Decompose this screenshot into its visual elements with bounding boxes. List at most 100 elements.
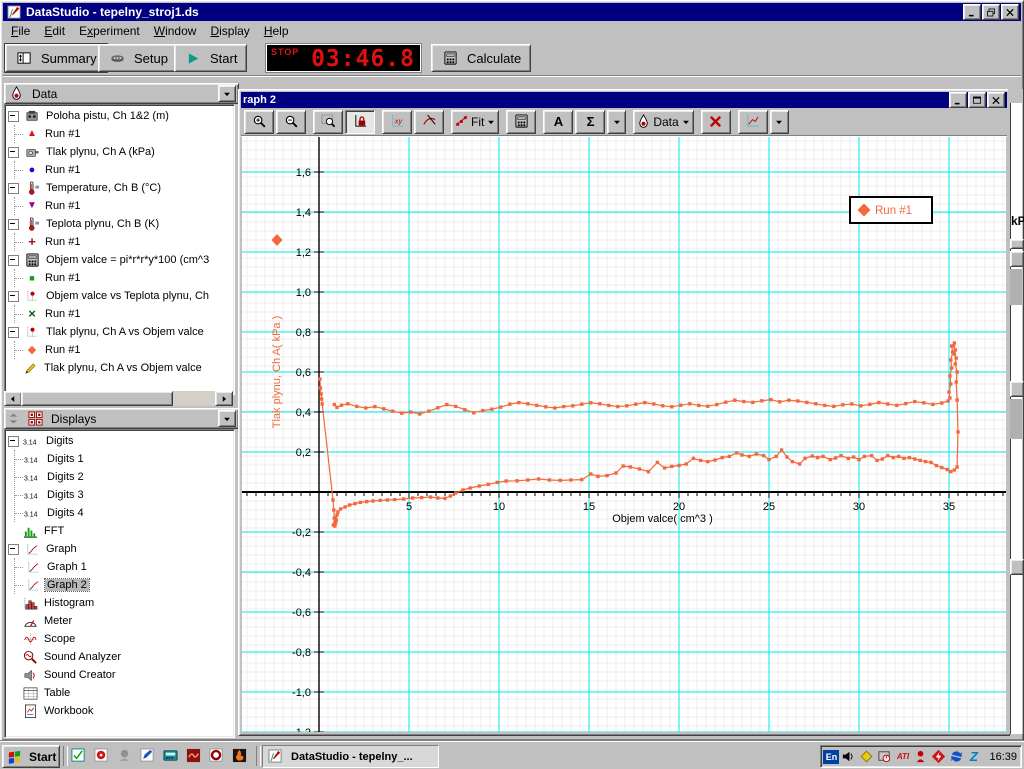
display-item-table[interactable]: Table [5, 684, 234, 702]
close-button[interactable] [1001, 4, 1019, 20]
tree-expander[interactable] [8, 111, 19, 122]
display-item-histogram[interactable]: Histogram [5, 594, 234, 612]
display-item-digits-2[interactable]: 3.14Digits 2 [15, 468, 234, 486]
display-item-graph-2[interactable]: Graph 2 [15, 576, 234, 594]
zoom-in-button[interactable] [244, 110, 274, 134]
graph-close-button[interactable] [987, 92, 1005, 108]
data-item[interactable]: Teplota plynu, Ch B (K) [5, 215, 234, 233]
quicklaunch-icon-7[interactable] [206, 746, 226, 766]
graph-maximize-button[interactable] [968, 92, 986, 108]
tray-icon-9[interactable]: Z [966, 749, 983, 765]
data-item[interactable]: Temperature, Ch B (°C) [5, 179, 234, 197]
settings-button[interactable] [738, 110, 768, 134]
summary-button[interactable]: Summary [5, 44, 107, 72]
start-menu-button[interactable]: Start [2, 745, 60, 768]
setup-button[interactable]: Setup [98, 44, 178, 72]
smart-tool-button[interactable]: xy [382, 110, 412, 134]
tree-expander[interactable] [8, 327, 19, 338]
tree-expander[interactable] [8, 255, 19, 266]
tree-expander[interactable] [8, 544, 19, 555]
display-item-scope[interactable]: Scope [5, 630, 234, 648]
data-run-item[interactable]: ▼Run #1 [15, 197, 234, 215]
data-item[interactable]: Tlak plynu, Ch A (kPa) [5, 143, 234, 161]
fit-menu-button[interactable]: Fit [451, 110, 499, 134]
tray-icon-7[interactable] [930, 749, 947, 765]
scroll-right-button[interactable] [215, 391, 233, 406]
tray-icon-8[interactable] [948, 749, 965, 765]
data-item[interactable]: Tlak plynu, Ch A vs Objem valce [5, 359, 234, 377]
slope-tool-button[interactable] [414, 110, 444, 134]
data-run-item[interactable]: ●Run #1 [15, 161, 234, 179]
start-button[interactable]: Start [174, 44, 247, 72]
zoom-select-button[interactable] [313, 110, 343, 134]
graph-minimize-button[interactable] [949, 92, 967, 108]
tree-expander[interactable] [8, 219, 19, 230]
quicklaunch-icon-4[interactable] [137, 746, 157, 766]
display-item-workbook[interactable]: Workbook [5, 702, 234, 720]
display-item-graph-1[interactable]: Graph 1 [15, 558, 234, 576]
quicklaunch-icon-3[interactable] [114, 746, 134, 766]
data-menu-button[interactable]: Data [633, 110, 693, 134]
task-button-datastudio[interactable]: DataStudio - tepelny_... [262, 745, 439, 768]
main-title-bar[interactable]: DataStudio - tepelny_stroj1.ds [3, 3, 1021, 21]
settings-button-dropdown[interactable] [770, 110, 789, 134]
menu-file[interactable]: File [4, 22, 37, 41]
data-run-item[interactable]: ■Run #1 [15, 269, 234, 287]
display-item-digits-4[interactable]: 3.14Digits 4 [15, 504, 234, 522]
displays-menu-dropdown[interactable] [218, 410, 236, 427]
tree-expander[interactable] [8, 147, 19, 158]
data-item[interactable]: Objem valce = pi*r*r*y*100 (cm^3 [5, 251, 234, 269]
data-item[interactable]: Tlak plynu, Ch A vs Objem valce [5, 323, 234, 341]
panel-splitter-handle[interactable] [7, 411, 19, 427]
data-menu-dropdown[interactable] [218, 85, 236, 102]
data-tree-hscrollbar[interactable] [4, 391, 233, 406]
display-item-sound-creator[interactable]: Sound Creator [5, 666, 234, 684]
quicklaunch-icon-8[interactable] [229, 746, 249, 766]
data-item[interactable]: Objem valce vs Teplota plynu, Ch [5, 287, 234, 305]
quicklaunch-icon-6[interactable] [183, 746, 203, 766]
scroll-thumb[interactable] [21, 391, 173, 406]
tray-language-indicator[interactable]: En [823, 750, 839, 764]
quicklaunch-icon-2[interactable] [91, 746, 111, 766]
data-item[interactable]: Poloha pistu, Ch 1&2 (m) [5, 107, 234, 125]
display-item-digits-3[interactable]: 3.14Digits 3 [15, 486, 234, 504]
legend[interactable]: Run #1 [850, 197, 932, 223]
display-item-digits[interactable]: 3.14Digits [5, 432, 234, 450]
statistics-button-dropdown[interactable] [607, 110, 626, 134]
tray-icon-4[interactable] [876, 749, 893, 765]
zoom-out-button[interactable] [276, 110, 306, 134]
text-tool-button[interactable]: A [543, 110, 573, 134]
menu-window[interactable]: Window [147, 22, 204, 41]
data-run-item[interactable]: +Run #1 [15, 233, 234, 251]
display-item-sound-analyzer[interactable]: Sound Analyzer [5, 648, 234, 666]
tree-expander[interactable] [8, 436, 19, 447]
delete-button[interactable] [701, 110, 731, 134]
calculator-button[interactable] [506, 110, 536, 134]
scroll-left-button[interactable] [4, 391, 22, 406]
calculate-button[interactable]: Calculate [431, 44, 531, 72]
data-run-item[interactable]: ×Run #1 [15, 305, 234, 323]
quicklaunch-icon-5[interactable] [160, 746, 180, 766]
tree-expander[interactable] [8, 291, 19, 302]
display-item-fft[interactable]: FFT [5, 522, 234, 540]
tray-icon-6[interactable] [912, 749, 929, 765]
scale-to-fit-button[interactable] [345, 110, 375, 134]
menu-experiment[interactable]: Experiment [72, 22, 147, 41]
data-run-item[interactable]: ◆Run #1 [15, 341, 234, 359]
display-item-meter[interactable]: Meter [5, 612, 234, 630]
menu-display[interactable]: Display [203, 22, 256, 41]
data-run-item[interactable]: ▲Run #1 [15, 125, 234, 143]
tree-expander[interactable] [8, 183, 19, 194]
tray-icon-3[interactable] [858, 749, 875, 765]
chart[interactable]: 1,61,41,21,00,80,60,40,2-0,2-0,4-0,6-0,8… [242, 137, 1006, 735]
tray-volume-icon[interactable] [840, 749, 857, 765]
minimize-button[interactable] [963, 4, 981, 20]
plot-area[interactable]: 1,61,41,21,00,80,60,40,2-0,2-0,4-0,6-0,8… [242, 137, 1006, 732]
menu-edit[interactable]: Edit [37, 22, 72, 41]
display-item-graph[interactable]: Graph [5, 540, 234, 558]
quicklaunch-icon-1[interactable] [68, 746, 88, 766]
tray-ati-icon[interactable]: ATI [894, 749, 911, 765]
display-item-digits-1[interactable]: 3.14Digits 1 [15, 450, 234, 468]
graph-title-bar[interactable]: raph 2 [241, 92, 1007, 108]
menu-help[interactable]: Help [257, 22, 296, 41]
